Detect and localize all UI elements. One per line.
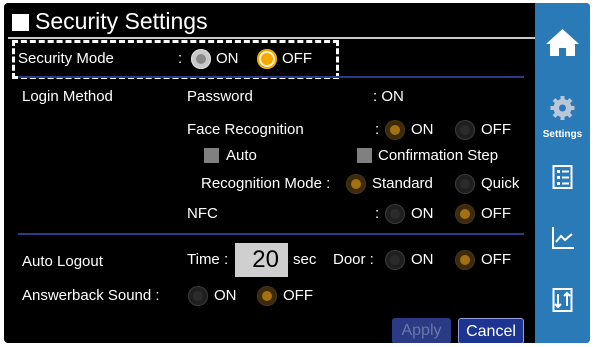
door-label: Door : <box>333 251 374 268</box>
face-recognition-label: Face Recognition <box>187 121 304 138</box>
list-icon <box>552 165 573 189</box>
face-recognition-off-label: OFF <box>481 121 511 138</box>
face-recognition-on-radio[interactable] <box>385 120 405 140</box>
home-icon <box>546 29 579 56</box>
nfc-on-radio[interactable] <box>385 204 405 224</box>
door-off-label: OFF <box>481 251 511 268</box>
face-recognition-off-radio[interactable] <box>455 120 475 140</box>
security-mode-on-label: ON <box>216 50 239 67</box>
recognition-quick-radio[interactable] <box>455 174 475 194</box>
door-on-radio[interactable] <box>385 250 405 270</box>
security-mode-colon: : <box>178 50 183 67</box>
auto-checkbox[interactable] <box>204 148 219 163</box>
answerback-off-label: OFF <box>283 287 313 304</box>
answerback-off-radio[interactable] <box>257 286 277 306</box>
sidebar-item-list[interactable] <box>535 161 590 195</box>
gear-icon <box>550 96 575 120</box>
nfc-label: NFC <box>187 205 218 222</box>
cancel-button[interactable]: Cancel <box>458 318 524 343</box>
nfc-colon: : <box>375 205 380 222</box>
face-recognition-colon: : <box>375 121 380 138</box>
password-label: Password <box>187 88 253 105</box>
recognition-standard-radio[interactable] <box>346 174 366 194</box>
time-label: Time : <box>187 251 229 268</box>
sidebar-item-transfer[interactable] <box>535 284 590 318</box>
auto-label: Auto <box>226 147 257 164</box>
nfc-off-label: OFF <box>481 205 511 222</box>
sidebar: Settings <box>535 3 590 343</box>
door-on-label: ON <box>411 251 434 268</box>
section-divider <box>18 233 524 235</box>
chart-icon <box>552 227 574 249</box>
title-underline <box>8 37 535 39</box>
recognition-standard-label: Standard <box>372 175 433 192</box>
apply-button[interactable]: Apply <box>392 318 451 343</box>
answerback-sound-label: Answerback Sound : <box>22 287 160 304</box>
security-mode-off-radio[interactable] <box>257 49 277 69</box>
login-method-label: Login Method <box>22 88 113 105</box>
answerback-on-label: ON <box>214 287 237 304</box>
security-settings-screen: Security Settings Security Mode : ON OFF… <box>4 3 590 343</box>
time-unit-label: sec <box>293 251 317 268</box>
security-mode-label: Security Mode <box>18 50 114 67</box>
auto-logout-label: Auto Logout <box>22 253 103 270</box>
security-mode-on-radio[interactable] <box>191 49 211 69</box>
sidebar-item-home[interactable] <box>535 23 590 63</box>
sidebar-item-chart[interactable] <box>535 221 590 255</box>
confirmation-step-checkbox[interactable] <box>357 148 372 163</box>
recognition-mode-label: Recognition Mode : <box>201 175 331 192</box>
nfc-off-radio[interactable] <box>455 204 475 224</box>
transfer-icon <box>552 288 573 312</box>
face-recognition-on-label: ON <box>411 121 434 138</box>
title-square-icon <box>12 14 29 31</box>
password-value: : ON <box>373 88 404 105</box>
page-title: Security Settings <box>35 8 208 34</box>
answerback-on-radio[interactable] <box>188 286 208 306</box>
confirmation-step-label: Confirmation Step <box>378 147 499 164</box>
sidebar-item-settings-label: Settings <box>542 129 583 140</box>
section-divider <box>18 76 524 78</box>
security-mode-off-label: OFF <box>282 50 312 67</box>
time-input[interactable]: 20 <box>235 243 288 277</box>
nfc-on-label: ON <box>411 205 434 222</box>
recognition-quick-label: Quick <box>481 175 520 192</box>
door-off-radio[interactable] <box>455 250 475 270</box>
